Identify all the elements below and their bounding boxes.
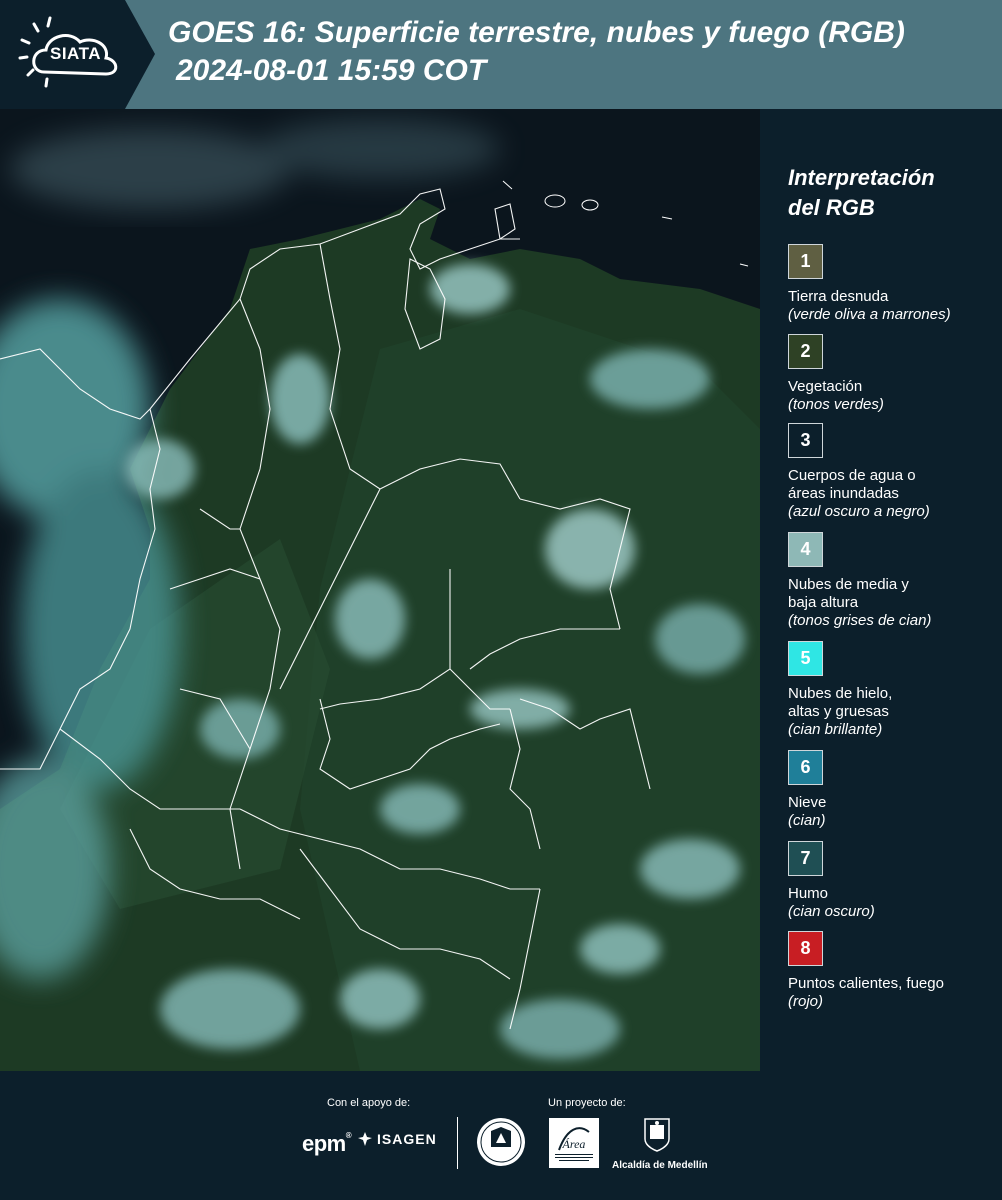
legend-swatch-5: 5 bbox=[788, 641, 823, 676]
siata-logo: SIATA bbox=[0, 0, 155, 109]
project-label: Un proyecto de: bbox=[548, 1097, 626, 1109]
legend-label-8: Puntos calientes, fuego bbox=[788, 975, 944, 992]
alcaldia-text: Alcaldía de Medellín bbox=[612, 1160, 708, 1171]
legend-sub-8: (rojo) bbox=[788, 993, 824, 1010]
legend-sub-7: (cian oscuro) bbox=[788, 903, 875, 920]
legend-swatch-6: 6 bbox=[788, 750, 823, 785]
legend-item-fire: 8 Puntos calientes, fuego (rojo) bbox=[788, 931, 998, 1011]
legend-sub-4: (tonos grises de cian) bbox=[788, 612, 932, 629]
legend-sub-5: (cian brillante) bbox=[788, 721, 883, 738]
header-bar: SIATA GOES 16: Superficie terrestre, nub… bbox=[0, 0, 1002, 109]
legend-swatch-3: 3 bbox=[788, 423, 823, 458]
legend-label-7: Humo bbox=[788, 885, 829, 902]
legend-swatch-7: 7 bbox=[788, 841, 823, 876]
epm-text: epm bbox=[302, 1131, 346, 1156]
legend-title-line-1: Interpretación bbox=[788, 165, 935, 190]
legend-panel: Interpretación del RGB 1 Tierra desnuda … bbox=[760, 109, 1002, 1071]
legend-title-line-2: del RGB bbox=[788, 195, 875, 220]
university-seal-icon bbox=[477, 1118, 525, 1166]
legend-swatch-2: 2 bbox=[788, 334, 823, 369]
footer-divider bbox=[457, 1117, 458, 1169]
legend-label-5b: altas y gruesas bbox=[788, 703, 889, 720]
logo-text: SIATA bbox=[50, 44, 101, 63]
isagen-logo: ISAGEN bbox=[357, 1131, 437, 1147]
medellin-shield-icon bbox=[644, 1118, 670, 1152]
epm-logo: epm® bbox=[302, 1131, 352, 1156]
page-title: GOES 16: Superficie terrestre, nubes y f… bbox=[168, 14, 905, 90]
legend-label-4a: Nubes de media y bbox=[788, 576, 909, 593]
footer: Con el apoyo de: Un proyecto de: epm® IS… bbox=[0, 1071, 1002, 1200]
legend-label-2: Vegetación bbox=[788, 378, 863, 395]
legend-item-low-clouds: 4 Nubes de media y baja altura (tonos gr… bbox=[788, 532, 998, 630]
legend-sub-2: (tonos verdes) bbox=[788, 396, 884, 413]
legend-label-6: Nieve bbox=[788, 794, 827, 811]
legend-item-water: 3 Cuerpos de agua o áreas inundadas (azu… bbox=[788, 423, 998, 521]
alcaldia-logo: Alcaldía de Medellín bbox=[612, 1117, 708, 1171]
legend-item-bare-land: 1 Tierra desnuda (verde oliva a marrones… bbox=[788, 244, 998, 324]
isagen-text: ISAGEN bbox=[377, 1131, 437, 1147]
legend-sub-3: (azul oscuro a negro) bbox=[788, 503, 930, 520]
legend-swatch-8: 8 bbox=[788, 931, 823, 966]
legend-item-ice-clouds: 5 Nubes de hielo, altas y gruesas (cian … bbox=[788, 641, 998, 739]
legend-swatch-4: 4 bbox=[788, 532, 823, 567]
legend-item-snow: 6 Nieve (cian) bbox=[788, 750, 998, 830]
legend-label-4b: baja altura bbox=[788, 594, 859, 611]
legend-label-1: Tierra desnuda bbox=[788, 288, 889, 305]
title-datetime: 2024-08-01 15:59 COT bbox=[176, 54, 487, 87]
area-metropolitana-icon: Área bbox=[555, 1127, 593, 1161]
support-label: Con el apoyo de: bbox=[327, 1097, 411, 1109]
legend-label-5a: Nubes de hielo, bbox=[788, 685, 893, 702]
satellite-map bbox=[0, 109, 760, 1071]
svg-text:Área: Área bbox=[562, 1137, 586, 1151]
legend-sub-1: (verde oliva a marrones) bbox=[788, 306, 951, 323]
area-metropolitana-logo: Área bbox=[549, 1118, 599, 1168]
legend-label-3a: Cuerpos de agua o bbox=[788, 467, 916, 484]
legend-item-smoke: 7 Humo (cian oscuro) bbox=[788, 841, 998, 921]
legend-label-3b: áreas inundadas bbox=[788, 485, 899, 502]
isagen-mark-icon bbox=[358, 1132, 372, 1146]
legend-swatch-1: 1 bbox=[788, 244, 823, 279]
title-text: GOES 16: Superficie terrestre, nubes y f… bbox=[168, 16, 905, 49]
legend-item-vegetation: 2 Vegetación (tonos verdes) bbox=[788, 334, 998, 414]
legend-sub-6: (cian) bbox=[788, 812, 826, 829]
legend-title: Interpretación del RGB bbox=[788, 163, 988, 223]
